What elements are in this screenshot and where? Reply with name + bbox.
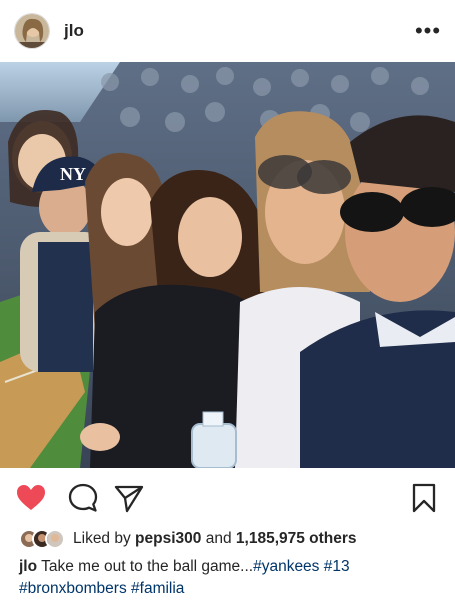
more-options-icon[interactable]: •••: [415, 18, 441, 44]
profile-avatar[interactable]: [14, 13, 50, 49]
likes-prefix: Liked by: [73, 530, 131, 547]
heart-icon[interactable]: [15, 482, 47, 514]
likes-text: Liked by pepsi300 and 1,185,975 others: [73, 530, 357, 548]
post-photo[interactable]: NY: [0, 62, 455, 468]
comment-bubble-icon[interactable]: [67, 482, 99, 514]
liker-avatar-icon: [45, 529, 65, 549]
likes-connector: and: [205, 530, 232, 547]
likes-count[interactable]: 1,185,975 others: [236, 530, 357, 547]
post-caption: jlo Take me out to the ball game...#yank…: [19, 556, 444, 600]
post-username[interactable]: jlo: [64, 21, 84, 41]
hashtag-link[interactable]: #yankees: [253, 558, 319, 575]
svg-text:NY: NY: [60, 164, 86, 184]
caption-username[interactable]: jlo: [19, 558, 37, 575]
hashtag-link[interactable]: #familia: [131, 580, 184, 597]
caption-text: Take me out to the ball game...: [41, 558, 254, 575]
hashtag-link[interactable]: #13: [324, 558, 350, 575]
paper-plane-icon[interactable]: [113, 482, 145, 514]
hashtag-link[interactable]: #bronxbombers: [19, 580, 127, 597]
post-actions: [0, 468, 455, 526]
likes-row: Liked by pepsi300 and 1,185,975 others: [0, 526, 455, 552]
liker-username[interactable]: pepsi300: [135, 530, 201, 547]
bookmark-icon[interactable]: [408, 482, 440, 514]
post-header: jlo •••: [0, 0, 455, 62]
